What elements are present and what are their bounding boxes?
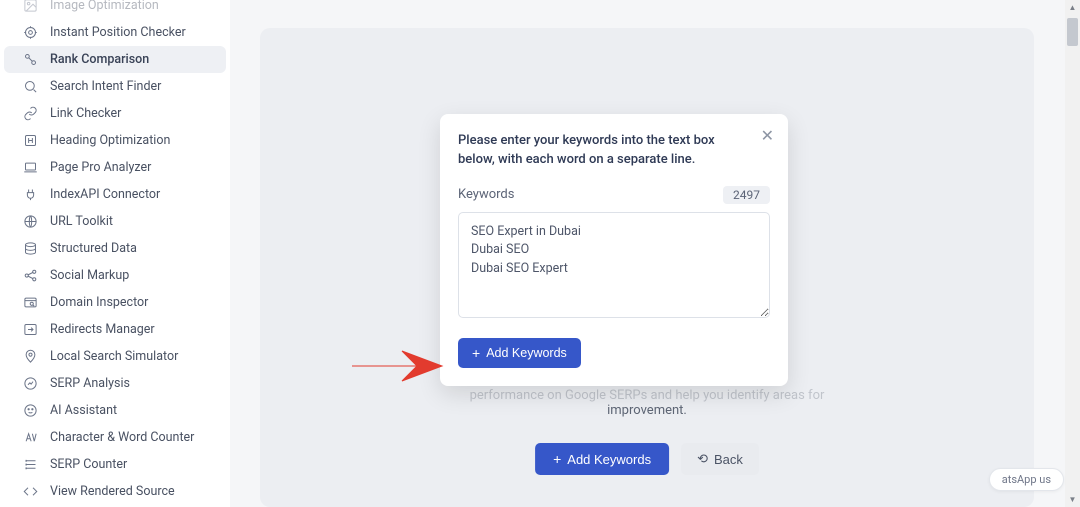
sidebar-item-label: Structured Data	[50, 241, 137, 256]
sidebar-item-indexapi[interactable]: IndexAPI Connector	[4, 181, 226, 208]
sidebar-item-rank-comparison[interactable]: Rank Comparison	[4, 46, 226, 73]
sidebar-item-label: SERP Analysis	[50, 376, 130, 391]
back-button[interactable]: ⟲ Back	[681, 443, 759, 475]
sidebar-item-char-counter[interactable]: Character & Word Counter	[4, 424, 226, 451]
add-keywords-button-main[interactable]: + Add Keywords	[535, 443, 669, 475]
target-icon	[20, 25, 40, 41]
back-label: Back	[714, 452, 743, 467]
sidebar-item-serp-counter[interactable]: SERP Counter	[4, 451, 226, 478]
sidebar-item-label: Redirects Manager	[50, 322, 155, 337]
sidebar-item-label: SERP Counter	[50, 457, 127, 472]
sidebar-item-label: Image Optimization	[50, 0, 159, 13]
sidebar-item-label: Search Intent Finder	[50, 79, 161, 94]
plus-icon: +	[472, 345, 480, 361]
sidebar-item-label: View Rendered Source	[50, 484, 175, 499]
sidebar-item-label: URL Toolkit	[50, 214, 113, 229]
sidebar-item-label: Rank Comparison	[50, 52, 149, 67]
search-icon	[20, 79, 40, 95]
sidebar-item-structured-data[interactable]: Structured Data	[4, 235, 226, 262]
compare-icon	[20, 52, 40, 68]
keywords-count-badge: 2497	[723, 186, 770, 204]
sidebar-item-label: Link Checker	[50, 106, 121, 121]
sidebar-item-search-intent[interactable]: Search Intent Finder	[4, 73, 226, 100]
sidebar-item-social-markup[interactable]: Social Markup	[4, 262, 226, 289]
keywords-modal: ✕ Please enter your keywords into the te…	[440, 114, 788, 386]
scroll-up-arrow-icon[interactable]: ▲	[1065, 0, 1080, 15]
list-icon	[20, 457, 40, 473]
sidebar-item-url-toolkit[interactable]: URL Toolkit	[4, 208, 226, 235]
counter-icon	[20, 430, 40, 446]
image-icon	[20, 0, 40, 14]
sidebar-item-label: Social Markup	[50, 268, 129, 283]
redirect-icon	[20, 322, 40, 338]
sidebar-item-instant-position[interactable]: Instant Position Checker	[4, 19, 226, 46]
sidebar-item-label: Domain Inspector	[50, 295, 148, 310]
link-icon	[20, 106, 40, 122]
modal-close-button[interactable]: ✕	[761, 126, 774, 146]
sidebar-item-link-checker[interactable]: Link Checker	[4, 100, 226, 127]
bottom-button-row: + Add Keywords ⟲ Back	[535, 443, 759, 475]
description-text: performance on Google SERPs and help you…	[447, 388, 847, 418]
analysis-icon	[20, 376, 40, 392]
keywords-textarea[interactable]	[458, 212, 770, 318]
inspect-icon	[20, 295, 40, 311]
sidebar: Image Optimization Instant Position Chec…	[0, 0, 230, 507]
pin-search-icon	[20, 349, 40, 365]
scrollbar[interactable]: ▲ ▼	[1065, 0, 1080, 507]
globe-icon	[20, 214, 40, 230]
close-icon: ✕	[761, 128, 774, 145]
sidebar-item-heading-optimization[interactable]: Heading Optimization	[4, 127, 226, 154]
scrollbar-thumb[interactable]	[1067, 18, 1078, 46]
database-icon	[20, 241, 40, 257]
ai-icon	[20, 403, 40, 419]
sidebar-item-page-pro[interactable]: Page Pro Analyzer	[4, 154, 226, 181]
keywords-label-row: Keywords 2497	[458, 186, 770, 204]
sidebar-item-label: Local Search Simulator	[50, 349, 178, 364]
keywords-label: Keywords	[458, 187, 514, 202]
modal-add-label: Add Keywords	[486, 346, 567, 360]
sidebar-item-label: Heading Optimization	[50, 133, 170, 148]
sidebar-item-label: IndexAPI Connector	[50, 187, 160, 202]
sidebar-item-ai-assistant[interactable]: AI Assistant	[4, 397, 226, 424]
sidebar-item-local-search[interactable]: Local Search Simulator	[4, 343, 226, 370]
sidebar-item-rendered-source[interactable]: View Rendered Source	[4, 478, 226, 505]
share-icon	[20, 268, 40, 284]
sidebar-item-serp-analysis[interactable]: SERP Analysis	[4, 370, 226, 397]
whatsapp-badge[interactable]: atsApp us	[989, 468, 1064, 491]
code-icon	[20, 484, 40, 500]
add-keywords-label: Add Keywords	[567, 452, 651, 467]
sidebar-item-label: Instant Position Checker	[50, 25, 186, 40]
plus-icon: +	[553, 451, 561, 467]
sidebar-item-image-optimization[interactable]: Image Optimization	[4, 0, 226, 19]
sidebar-item-label: Character & Word Counter	[50, 430, 194, 445]
scroll-down-arrow-icon[interactable]: ▼	[1065, 492, 1080, 507]
heading-icon	[20, 133, 40, 149]
sidebar-item-label: Page Pro Analyzer	[50, 160, 151, 175]
sidebar-item-label: AI Assistant	[50, 403, 117, 418]
plug-icon	[20, 187, 40, 203]
sidebar-item-redirects[interactable]: Redirects Manager	[4, 316, 226, 343]
modal-instruction-text: Please enter your keywords into the text…	[458, 132, 770, 170]
modal-add-keywords-button[interactable]: + Add Keywords	[458, 338, 581, 368]
laptop-icon	[20, 160, 40, 176]
sidebar-item-domain-inspector[interactable]: Domain Inspector	[4, 289, 226, 316]
back-arrow-icon: ⟲	[697, 451, 708, 467]
